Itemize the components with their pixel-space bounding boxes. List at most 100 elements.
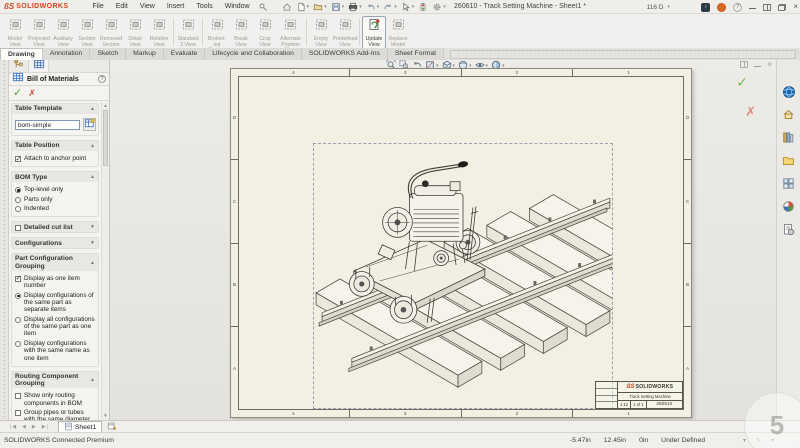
tab-sketch[interactable]: Sketch bbox=[90, 48, 126, 60]
collapse-chevron-icon[interactable]: ▲ bbox=[90, 143, 95, 149]
cm-button-predefined-view[interactable]: Predefined View bbox=[333, 16, 357, 49]
collapse-chevron-icon[interactable]: ▲ bbox=[90, 174, 95, 180]
tab-solidworks-add-ins[interactable]: SOLIDWORKS Add-Ins bbox=[302, 48, 388, 60]
collapse-chevron-icon[interactable]: ▲ bbox=[90, 377, 95, 383]
doc-minimize-icon[interactable] bbox=[754, 61, 761, 69]
group-header[interactable]: BOM Type▲ bbox=[12, 172, 98, 182]
qa-save[interactable]: ▾ bbox=[331, 2, 345, 12]
cm-button-removed-section[interactable]: Removed Section bbox=[99, 16, 123, 49]
collapse-chevron-icon[interactable]: ▲ bbox=[90, 106, 95, 112]
cm-button-standard-3-view[interactable]: Standard 3 View bbox=[176, 16, 200, 49]
tab-lifecycle-and-collaboration[interactable]: Lifecycle and Collaboration bbox=[205, 48, 302, 60]
ok-check-icon[interactable]: ✓ bbox=[13, 88, 22, 99]
panel-scrollbar[interactable]: ▲ ▼ bbox=[101, 102, 109, 419]
snap-layout-icon[interactable] bbox=[763, 4, 771, 11]
radio-display-configurations-with-the-same-name-as-one-item[interactable]: Display configurations with the same nam… bbox=[15, 340, 96, 362]
chevron-down-icon[interactable]: ▾ bbox=[743, 437, 746, 444]
tab-markup[interactable]: Markup bbox=[126, 48, 164, 60]
command-search[interactable]: 116 D ▾ bbox=[610, 2, 670, 12]
previous-sheet-icon[interactable]: ◀ bbox=[20, 424, 28, 430]
taskpane-view-palette[interactable] bbox=[781, 178, 797, 194]
cm-button-crop-view[interactable]: Crop View bbox=[253, 16, 277, 49]
radio-display-configurations-of-the-same-part-as-separate-items[interactable]: Display configurations of the same part … bbox=[15, 292, 96, 314]
radio-top-level-only[interactable]: Top-level only bbox=[15, 186, 96, 193]
scrollbar-thumb[interactable] bbox=[103, 110, 108, 166]
checkbox-attach-to-anchor-point[interactable]: Attach to anchor point bbox=[15, 155, 96, 162]
tab-annotation[interactable]: Annotation bbox=[43, 48, 91, 60]
close-icon[interactable]: × bbox=[793, 3, 798, 11]
collapse-chevron-icon[interactable]: ▲ bbox=[90, 260, 95, 266]
group-header[interactable]: Table Position▲ bbox=[12, 141, 98, 151]
tab-propertymanager[interactable] bbox=[29, 60, 49, 72]
menu-view[interactable]: View bbox=[134, 0, 161, 13]
expand-chevron-icon[interactable]: ▼ bbox=[90, 240, 95, 246]
scroll-up-icon[interactable]: ▲ bbox=[102, 103, 109, 108]
qa-rebuild[interactable] bbox=[418, 2, 428, 12]
avatar-icon[interactable] bbox=[717, 3, 726, 12]
radio-control[interactable] bbox=[15, 187, 21, 193]
qa-new-document[interactable]: ▾ bbox=[296, 2, 310, 12]
sheet-tab-sheet1[interactable]: Sheet1 bbox=[58, 421, 103, 432]
cm-button-replace-model[interactable]: Replace Model bbox=[386, 16, 410, 49]
menu-edit[interactable]: Edit bbox=[110, 0, 134, 13]
radio-control[interactable] bbox=[15, 317, 21, 323]
user-session-icon[interactable]: › bbox=[701, 3, 710, 12]
doc-restore-icon[interactable] bbox=[740, 61, 748, 68]
radio-control[interactable] bbox=[15, 341, 21, 347]
taskpane-appearances-scenes[interactable] bbox=[781, 201, 797, 217]
cm-button-update-view[interactable]: Update View bbox=[362, 16, 386, 49]
taskpane-custom-properties[interactable] bbox=[781, 224, 797, 240]
qa-print[interactable]: ▾ bbox=[348, 2, 362, 12]
qa-select[interactable]: ▾ bbox=[401, 2, 415, 12]
minimize-icon[interactable] bbox=[749, 3, 756, 11]
confirmation-ok-icon[interactable]: ✓ bbox=[736, 74, 748, 91]
expand-chevron-icon[interactable]: ▼ bbox=[90, 224, 95, 230]
qa-home[interactable] bbox=[282, 2, 292, 12]
radio-indented[interactable]: Indented bbox=[15, 205, 96, 212]
checkbox-show-only-routing-components-in-bom[interactable]: Show only routing components in BOM bbox=[15, 392, 96, 407]
radio-display-all-configurations-of-the-same-part-as-one-item[interactable]: Display all configurations of the same p… bbox=[15, 316, 96, 338]
group-checkbox[interactable] bbox=[15, 225, 21, 231]
group-header[interactable]: Configurations▼ bbox=[12, 238, 98, 248]
cm-button-projected-view[interactable]: Projected View bbox=[27, 16, 51, 49]
checkbox-group-pipes-or-tubes-with-the-same-diameter-and-schedule[interactable]: Group pipes or tubes with the same diame… bbox=[15, 409, 96, 420]
group-header[interactable]: Part Configuration Grouping▲ bbox=[12, 254, 98, 271]
cancel-x-icon[interactable]: ✗ bbox=[28, 89, 36, 98]
tab-drawing[interactable]: Drawing bbox=[0, 48, 43, 60]
cm-button-break-view[interactable]: Break View bbox=[229, 16, 253, 49]
checkbox-control[interactable] bbox=[15, 410, 21, 416]
cm-button-detail-view[interactable]: Detail View bbox=[123, 16, 147, 49]
table-template-browse-button[interactable] bbox=[83, 118, 96, 131]
checkbox-control[interactable] bbox=[15, 156, 21, 162]
cm-button-relative-view[interactable]: Relative View bbox=[147, 16, 171, 49]
menu-insert[interactable]: Insert bbox=[161, 0, 191, 13]
menu-window[interactable]: Window bbox=[219, 0, 256, 13]
drawing-sheet[interactable]: 4321 4321 DCBA DCBA bbox=[230, 68, 692, 418]
group-header[interactable]: Detailed cut list▼ bbox=[12, 222, 98, 232]
cm-button-auxiliary-view[interactable]: Auxiliary View bbox=[51, 16, 75, 49]
taskpane-3dexperience[interactable] bbox=[781, 86, 797, 102]
taskpane-design-library[interactable] bbox=[781, 132, 797, 148]
chevron-down-icon[interactable]: ▾ bbox=[667, 4, 670, 10]
group-header[interactable]: Routing Component Grouping▲ bbox=[12, 372, 98, 389]
menu-file[interactable]: File bbox=[86, 0, 109, 13]
restore-icon[interactable] bbox=[778, 4, 786, 11]
qa-redo[interactable]: ▾ bbox=[383, 2, 397, 12]
tab-sheet-format[interactable]: Sheet Format bbox=[388, 48, 444, 60]
checkbox-control[interactable] bbox=[15, 393, 21, 399]
menu-tools[interactable]: Tools bbox=[190, 0, 218, 13]
first-sheet-icon[interactable]: ❘◀ bbox=[6, 424, 18, 430]
qa-undo[interactable]: ▾ bbox=[366, 2, 380, 12]
doc-close-icon[interactable]: × bbox=[767, 61, 772, 69]
graphics-area[interactable]: × ▾▾▾▾▾ ✓ ✗ 4321 4321 DCBA DCBA bbox=[110, 60, 776, 420]
radio-control[interactable] bbox=[15, 197, 21, 203]
cm-button-empty-view[interactable]: Empty View bbox=[309, 16, 333, 49]
last-sheet-icon[interactable]: ▶❘ bbox=[40, 424, 52, 430]
radio-control[interactable] bbox=[15, 206, 21, 212]
radio-control[interactable] bbox=[15, 293, 21, 299]
help-icon[interactable]: ? bbox=[98, 75, 106, 83]
pin-menu-icon[interactable] bbox=[258, 2, 268, 12]
qa-open[interactable]: ▾ bbox=[313, 2, 327, 12]
radio-parts-only[interactable]: Parts only bbox=[15, 196, 96, 203]
tab-evaluate[interactable]: Evaluate bbox=[164, 48, 205, 60]
